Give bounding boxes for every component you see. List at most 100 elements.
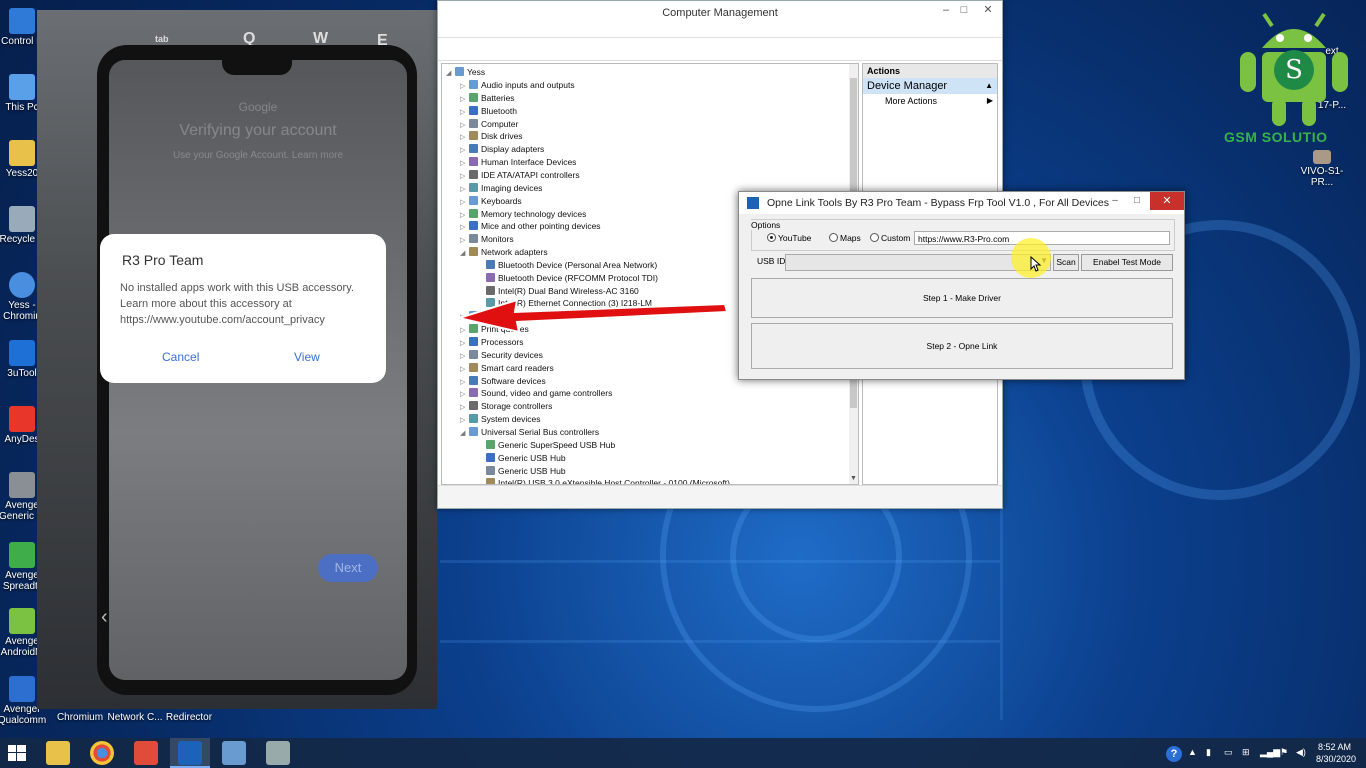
help-icon[interactable]: ? [1166,746,1182,762]
tree-category-item[interactable]: ▷ Batteries [460,92,515,105]
expand-arrow-icon[interactable]: ◢ [446,67,455,80]
tree-category-item[interactable]: ▷ Security devices [460,349,543,362]
avenger-icon [9,472,35,498]
scan-button[interactable]: Scan [1053,254,1079,271]
file-explorer-icon[interactable] [46,741,70,765]
device-icon [469,234,478,244]
expanded-arrow-icon[interactable]: ◢ [460,247,469,260]
cm-close-button[interactable]: ✕ [976,1,1000,19]
dialog-message: No installed apps work with this USB acc… [120,282,354,326]
radio-dot-icon[interactable] [767,233,776,242]
network-icon[interactable]: ⊞ [1242,747,1250,758]
tree-item-label: Batteries [481,92,515,103]
avenger-icon [9,676,35,702]
tree-category-item[interactable]: ▷ Processors [460,336,524,349]
device-icon [469,182,478,192]
desktop-icon-chromium-2[interactable]: Chromium [50,712,110,723]
test-mode-button[interactable]: Enabel Test Mode [1081,254,1173,271]
radio-custom[interactable]: Custom [870,233,910,243]
android-logo: S [1240,12,1348,126]
tree-category-item[interactable]: ◢ Network adapters [460,246,548,259]
step1-make-driver-button[interactable]: Step 1 - Make Driver [751,278,1173,318]
tree-category-item[interactable]: ▷ Sound, video and game controllers [460,387,612,400]
battery-icon[interactable]: ▭ [1224,747,1233,758]
volume-icon[interactable]: ◀) [1296,747,1306,758]
usb-tray-icon[interactable]: ▮ [1206,747,1211,758]
clock-time[interactable]: 8:52 AM [1318,742,1351,752]
cm-maximize-button[interactable]: □ [952,1,976,19]
3utools-icon [9,340,35,366]
step2-open-link-button[interactable]: Step 2 - Opne Link [751,323,1173,369]
scroll-down-icon[interactable]: ▼ [850,475,857,482]
red-arrow-annotation [455,298,729,334]
device-icon [469,362,478,372]
tree-category-item[interactable]: ▷ Disk drives [460,130,523,143]
tree-category-item[interactable]: ▷ Display adapters [460,143,544,156]
tree-category-item[interactable]: ▷ Storage controllers [460,400,552,413]
tree-category-item[interactable]: ▷ Monitors [460,233,514,246]
tree-device-item[interactable]: Bluetooth Device (Personal Area Network) [486,259,657,272]
tree-device-item[interactable]: Bluetooth Device (RFCOMM Protocol TDI) [486,272,658,285]
desktop-icon-vivo[interactable]: VIVO-S1-PR... [1292,150,1352,188]
tool-minimize-button[interactable]: – [1104,192,1126,210]
expanded-arrow-icon[interactable]: ◢ [460,427,469,440]
back-icon[interactable]: ‹ [101,606,108,629]
tree-item-label: Intel(R) USB 3.0 eXtensible Host Control… [498,478,730,485]
tree-item-label: Network adapters [481,247,548,258]
tree-category-item[interactable]: ▷ Software devices [460,375,546,388]
device-icon [486,478,495,484]
tree-device-item[interactable]: Intel(R) USB 3.0 eXtensible Host Control… [486,477,730,485]
actions-more[interactable]: More Actions ▶ [863,94,997,108]
tree-category-item[interactable]: ▷ Memory technology devices [460,208,586,221]
tree-category-item[interactable]: ◢ Universal Serial Bus controllers [460,426,599,439]
radio-youtube[interactable]: YouTube [767,233,811,243]
signal-icon[interactable]: ▂▄▆ [1260,747,1280,758]
radio-maps[interactable]: Maps [829,233,861,243]
tree-item-label: Imaging devices [481,182,543,193]
tree-category-item[interactable]: ▷ System devices [460,413,541,426]
windows-start-icon[interactable] [8,745,26,761]
tree-device-item[interactable]: Generic USB Hub [486,465,566,478]
tree-category-item[interactable]: ▷ Audio inputs and outputs [460,79,575,92]
tree-category-item[interactable]: ▷ Smart card readers [460,362,554,375]
desktop-icon-network[interactable]: Network C... [105,712,165,723]
tree-category-item[interactable]: ▷ IDE ATA/ATAPI controllers [460,169,580,182]
tree-category-item[interactable]: ▷ Imaging devices [460,182,542,195]
computer-management-taskbar-icon[interactable] [222,741,246,765]
tree-item-label: Human Interface Devices [481,157,577,168]
bypass-tool-taskbar-icon[interactable] [178,741,202,765]
tree-category-item[interactable]: ▷ Keyboards [460,195,522,208]
desktop-icon-redirector[interactable]: Redirector [159,712,219,723]
next-button[interactable]: Next [318,554,378,582]
collapse-icon[interactable]: ▲ [985,78,993,94]
flag-icon[interactable]: ⚑ [1280,747,1288,758]
tree-device-item[interactable]: Generic USB Hub [486,452,566,465]
app-icon[interactable] [134,741,158,765]
radio-dot-icon[interactable] [870,233,879,242]
tree-category-item[interactable]: ▷ Computer [460,118,518,131]
chrome-icon[interactable] [90,741,114,765]
computer-icon [455,67,464,76]
tree-category-item[interactable]: ▷ Bluetooth [460,105,517,118]
tree-item-label: Sound, video and game controllers [481,388,613,399]
tool-close-button[interactable]: ✕ [1150,192,1184,210]
dialog-view-button[interactable]: View [294,350,320,364]
clock-date[interactable]: 8/30/2020 [1316,754,1356,764]
tray-expand-icon[interactable]: ▲ [1188,747,1197,757]
tool-maximize-button[interactable]: □ [1126,192,1148,210]
tree-category-item[interactable]: ▷ Mice and other pointing devices [460,220,601,233]
device-icon [486,272,495,282]
cm-toolbar [438,38,1002,61]
dialog-cancel-button[interactable]: Cancel [162,350,199,364]
tree-device-item[interactable]: Generic SuperSpeed USB Hub [486,439,615,452]
tree-item-label: Bluetooth Device (RFCOMM Protocol TDI) [498,272,658,283]
device-icon [469,208,478,218]
device-icon [486,452,495,462]
radio-dot-icon[interactable] [829,233,838,242]
submenu-arrow-icon: ▶ [986,96,993,105]
tree-category-item[interactable]: ▷ Human Interface Devices [460,156,576,169]
device-icon [469,349,478,359]
device-manager-taskbar-icon[interactable] [266,741,290,765]
actions-device-manager[interactable]: Device Manager ▲ [863,78,997,94]
tree-root[interactable]: ◢ Yess [446,66,485,79]
